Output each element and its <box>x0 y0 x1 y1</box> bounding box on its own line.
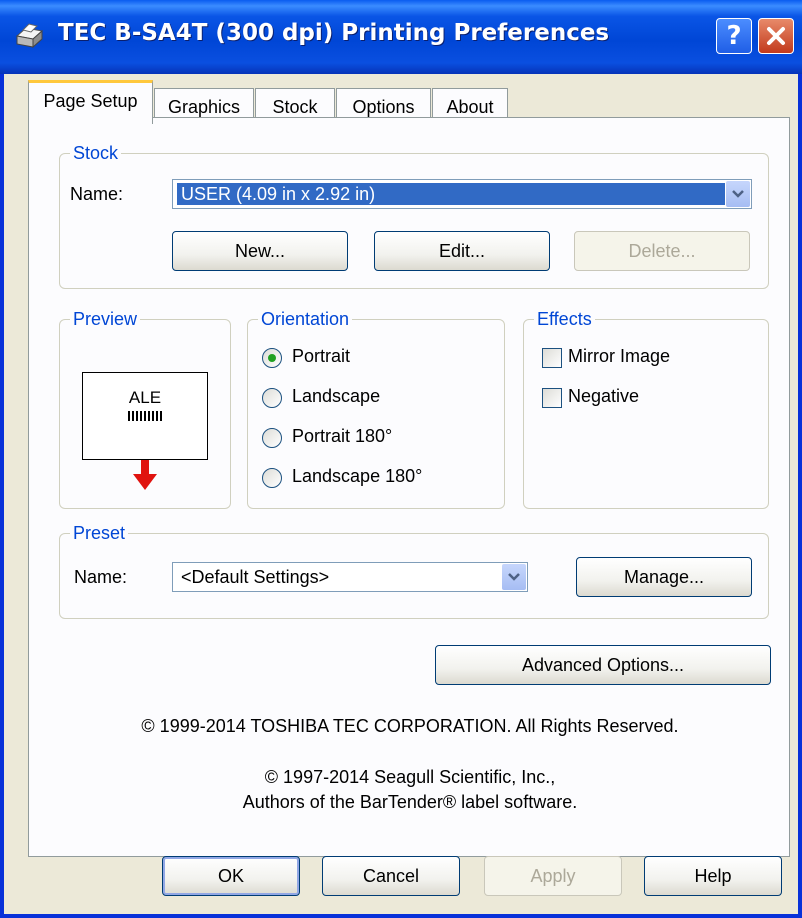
stock-name-value: USER (4.09 in x 2.92 in) <box>177 183 725 205</box>
window-title: TEC B-SA4T (300 dpi) Printing Preference… <box>58 20 610 46</box>
mirror-image-checkbox[interactable] <box>542 348 562 368</box>
delete-stock-button[interactable]: Delete... <box>574 231 750 271</box>
ok-button[interactable]: OK <box>162 856 300 896</box>
printing-preferences-dialog: TEC B-SA4T (300 dpi) Printing Preference… <box>0 0 802 918</box>
apply-button[interactable]: Apply <box>484 856 622 896</box>
preset-group-label: Preset <box>70 522 129 544</box>
down-arrow-icon <box>133 460 157 490</box>
mirror-image-label[interactable]: Mirror Image <box>568 346 670 367</box>
advanced-options-button[interactable]: Advanced Options... <box>435 645 771 685</box>
negative-checkbox[interactable] <box>542 388 562 408</box>
preset-name-dropdown[interactable]: <Default Settings> <box>172 562 528 592</box>
dialog-client-area: Page Setup Graphics Stock Options About … <box>4 74 798 914</box>
preset-group: Preset Name: <Default Settings> Manage..… <box>59 522 769 619</box>
label-preview: ALE <box>82 372 208 460</box>
portrait-180-label[interactable]: Portrait 180° <box>292 426 392 447</box>
preset-name-value: <Default Settings> <box>181 567 330 587</box>
portrait-label[interactable]: Portrait <box>292 346 350 367</box>
chevron-down-icon[interactable] <box>502 564 526 590</box>
manage-preset-button[interactable]: Manage... <box>576 557 752 597</box>
toshiba-copyright: © 1999-2014 TOSHIBA TEC CORPORATION. All… <box>141 716 679 736</box>
portrait-180-radio[interactable] <box>262 428 282 448</box>
preview-text: ALE <box>128 388 162 407</box>
bartender-credit: Authors of the BarTender® label software… <box>242 792 578 812</box>
new-stock-button[interactable]: New... <box>172 231 348 271</box>
tab-page-setup[interactable]: Page Setup <box>28 80 153 124</box>
close-icon <box>767 27 785 45</box>
page-setup-panel: Stock Name: USER (4.09 in x 2.92 in) New… <box>28 117 790 857</box>
landscape-label[interactable]: Landscape <box>292 386 380 407</box>
landscape-180-radio[interactable] <box>262 468 282 488</box>
chevron-down-icon[interactable] <box>726 181 750 207</box>
orientation-group-label: Orientation <box>258 308 353 330</box>
preset-name-label: Name: <box>74 567 128 587</box>
effects-group-label: Effects <box>534 308 595 330</box>
orientation-group: Orientation Portrait Landscape Portrait … <box>247 308 505 509</box>
help-icon: ? <box>726 21 742 51</box>
preview-group-label: Preview <box>70 308 141 330</box>
help-button[interactable]: Help <box>644 856 782 896</box>
help-title-button[interactable]: ? <box>716 18 752 54</box>
stock-group-label: Stock <box>70 142 122 164</box>
stock-group: Stock Name: USER (4.09 in x 2.92 in) New… <box>59 142 769 289</box>
seagull-copyright: © 1997-2014 Seagull Scientific, Inc., <box>264 767 556 787</box>
portrait-radio[interactable] <box>262 348 282 368</box>
effects-group: Effects Mirror Image Negative <box>523 308 769 509</box>
landscape-radio[interactable] <box>262 388 282 408</box>
title-bar[interactable]: TEC B-SA4T (300 dpi) Printing Preference… <box>0 0 802 74</box>
edit-stock-button[interactable]: Edit... <box>374 231 550 271</box>
cancel-button[interactable]: Cancel <box>322 856 460 896</box>
printer-icon <box>15 23 44 49</box>
landscape-180-label[interactable]: Landscape 180° <box>292 466 422 487</box>
stock-name-dropdown[interactable]: USER (4.09 in x 2.92 in) <box>172 179 752 209</box>
preview-group: Preview ALE <box>59 308 231 509</box>
stock-name-label: Name: <box>70 184 124 204</box>
close-button[interactable] <box>758 18 794 54</box>
barcode-icon <box>128 411 162 421</box>
negative-label[interactable]: Negative <box>568 386 639 407</box>
